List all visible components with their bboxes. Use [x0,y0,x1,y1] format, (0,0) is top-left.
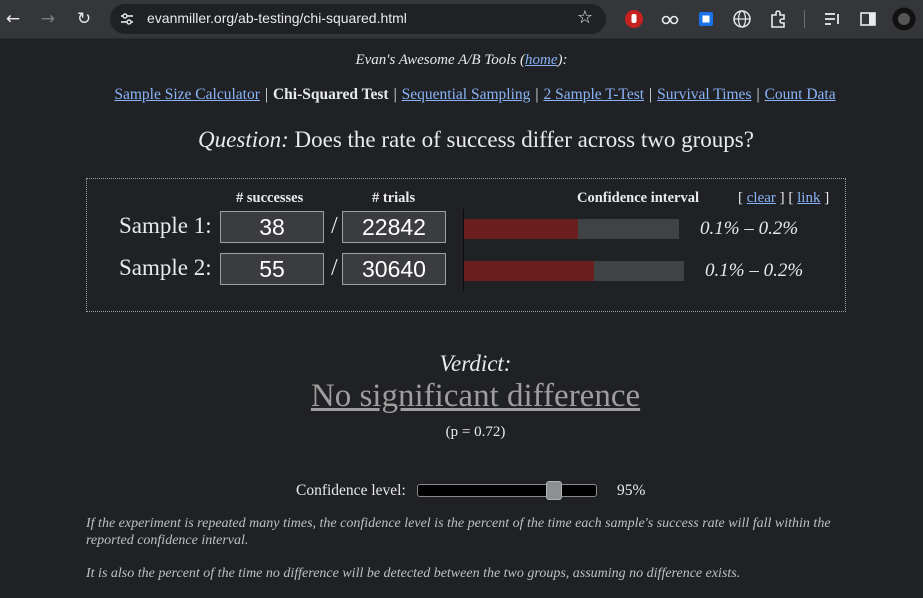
extensions-puzzle-icon[interactable] [768,9,788,29]
stop-hand-extension-icon[interactable] [624,9,644,29]
question-label: Question: [198,127,289,152]
nav-separator: | [393,86,397,103]
page-content: Evan's Awesome A/B Tools (home): Sample … [0,39,923,598]
confidence-level-label: Confidence level: [296,482,406,499]
question-heading: Question: Does the rate of success diffe… [0,127,923,153]
verdict-text[interactable]: No significant difference [0,378,923,415]
successes-header: # successes [236,190,304,206]
sample-1-trials-input[interactable] [342,211,446,243]
glasses-extension-icon[interactable] [660,9,680,29]
browser-toolbar: ← → ↻ evanmiller.org/ab-testing/chi-squa… [0,0,923,39]
site-title: Evan's Awesome A/B Tools (home): [0,52,923,69]
sample-1-label: Sample 1: [119,213,212,238]
divider-line [463,209,464,291]
home-link[interactable]: home [525,52,558,68]
nav-count-data[interactable]: Count Data [765,86,836,103]
nav-chi-squared-test: Chi-Squared Test [272,86,389,103]
confidence-slider-thumb[interactable] [545,481,562,500]
verdict-label: Verdict: [439,351,512,376]
tools-nav: Sample Size Calculator | Chi-Squared Test |… [0,86,923,104]
reload-icon[interactable]: ↻ [74,9,94,29]
toolbar-divider [804,10,805,28]
back-icon[interactable]: ← [3,9,23,29]
nav-separator: | [649,86,653,103]
confidence-level-value: 95% [617,482,646,499]
permalink-link[interactable]: link [797,190,820,206]
sample-2-slash: / [331,255,338,281]
sample-1-ci-text: 0.1% – 0.2% [700,218,799,239]
clear-link[interactable]: clear [747,190,776,206]
p-value: (p = 0.72) [445,424,506,440]
url-text[interactable]: evanmiller.org/ab-testing/chi-squared.ht… [147,10,407,26]
nav-survival-times[interactable]: Survival Times [657,86,751,103]
sample-2-ci-fill [464,261,594,281]
ci-header: Confidence interval [577,190,700,206]
nav-sequential-sampling[interactable]: Sequential Sampling [402,86,531,103]
sample-1-successes-input[interactable] [220,211,324,243]
confidence-slider[interactable] [417,481,597,500]
site-title-suffix: ): [557,52,568,68]
sample-2-ci-bar [464,261,684,281]
confidence-note-2: It is also the percent of the time no di… [86,566,741,581]
confidence-note-1: If the experiment is repeated many times… [86,516,831,548]
sample-1-slash: / [331,213,338,239]
calculator-panel: # successes # trials Confidence interval… [86,178,846,312]
trials-header: # trials [372,190,416,206]
clear-link-controls: [ clear ] [ link ] [738,190,830,206]
bookmark-star-icon[interactable]: ☆ [577,7,593,28]
sample-2-label: Sample 2: [119,255,212,280]
nav-2-sample-t-test[interactable]: 2 Sample T-Test [544,86,645,103]
sample-1-ci-bar [464,219,679,239]
profile-avatar-icon[interactable] [892,7,916,31]
nav-separator: | [535,86,539,103]
side-panel-icon[interactable] [858,9,878,29]
address-bar[interactable]: evanmiller.org/ab-testing/chi-squared.ht… [110,4,606,34]
sample-2-trials-input[interactable] [342,253,446,285]
site-title-prefix: Evan's Awesome A/B Tools ( [355,52,526,68]
sample-1-ci-fill [464,219,578,239]
site-info-icon[interactable] [118,10,136,28]
forward-icon[interactable]: → [38,9,58,29]
nav-separator: | [756,86,760,103]
sample-2-ci-text: 0.1% – 0.2% [705,260,804,281]
nav-separator: | [264,86,268,103]
question-text: Does the rate of success differ across t… [288,127,754,152]
globe-extension-icon[interactable] [732,9,752,29]
nav-sample-size-calculator[interactable]: Sample Size Calculator [114,86,260,103]
blue-shield-extension-icon[interactable] [696,9,716,29]
sample-2-successes-input[interactable] [220,253,324,285]
media-controls-icon[interactable] [822,9,842,29]
